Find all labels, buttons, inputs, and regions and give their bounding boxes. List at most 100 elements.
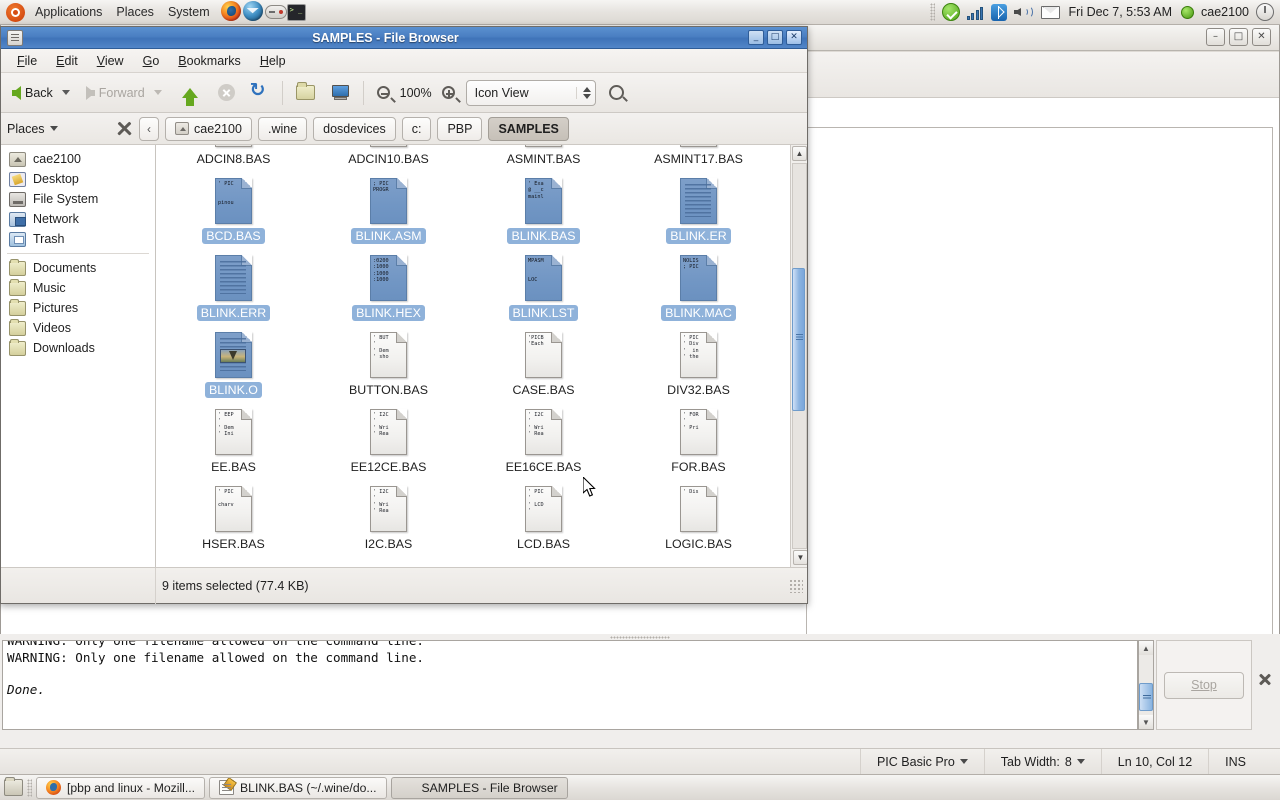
mail-icon[interactable] <box>1040 5 1060 19</box>
file-browser-window[interactable]: SAMPLES - File Browser _ □ ✕ File Edit V… <box>0 26 808 604</box>
file-item[interactable]: ' EEP ' ' Dem ' Ini EE.BAS <box>156 407 311 484</box>
file-item[interactable]: MPASM LOC BLINK.LST <box>466 253 621 330</box>
minimize-button[interactable]: _ <box>748 30 764 45</box>
close-button[interactable]: ✕ <box>786 30 802 45</box>
tab-width-selector[interactable]: Tab Width: 8 <box>983 748 1101 775</box>
bg-close-button[interactable]: ✕ <box>1252 27 1271 46</box>
file-item[interactable]: ' PIC ' Div ' in ' the DIV32.BAS <box>621 330 776 407</box>
file-item[interactable]: NOLIS ; PIC BLINK.MAC <box>621 253 776 330</box>
sidebar-item-videos[interactable]: Videos <box>1 318 155 338</box>
bg-maximize-button[interactable]: □ <box>1229 27 1248 46</box>
menu-bookmarks[interactable]: Bookmarks <box>170 51 249 71</box>
file-item[interactable]: ' Dis LOGIC.BAS <box>621 484 776 561</box>
view-mode-select[interactable]: Icon View <box>465 79 596 106</box>
file-item[interactable]: ADCIN8.BAS <box>156 145 311 176</box>
sidebar-item-network[interactable]: Network <box>1 209 155 229</box>
maximize-button[interactable]: □ <box>767 30 783 45</box>
terminal-icon[interactable] <box>286 1 309 23</box>
breadcrumb-samples[interactable]: SAMPLES <box>488 116 569 141</box>
stop-button[interactable]: Stop <box>1164 671 1244 699</box>
show-desktop-icon[interactable] <box>4 777 23 796</box>
file-item[interactable]: ' PIC pinou BCD.BAS <box>156 176 311 253</box>
file-item[interactable]: ' I2C ' ' Wri ' Rea EE12CE.BAS <box>311 407 466 484</box>
scroll-down-icon[interactable]: ▼ <box>793 550 807 565</box>
background-editor-textarea[interactable] <box>806 127 1273 666</box>
home-button[interactable] <box>291 81 320 104</box>
scroll-down-icon[interactable]: ▼ <box>1139 715 1153 729</box>
taskbar-window-file-browser[interactable]: SAMPLES - File Browser <box>390 776 568 799</box>
up-button[interactable] <box>177 84 203 106</box>
reload-button[interactable] <box>246 79 274 106</box>
file-item[interactable]: ' PIC ' ' LCD ' LCD.BAS <box>466 484 621 561</box>
file-item[interactable]: 'PICB 'Each CASE.BAS <box>466 330 621 407</box>
back-button[interactable]: Back <box>7 82 58 104</box>
file-item[interactable]: ' I2C ' ' Wri ' Rea EE16CE.BAS <box>466 407 621 484</box>
search-button[interactable] <box>604 81 629 104</box>
breadcrumb-wine[interactable]: .wine <box>257 116 308 141</box>
zoom-in-button[interactable] <box>437 82 460 103</box>
sidebar-item-trash[interactable]: Trash <box>1 229 155 249</box>
bg-minimize-button[interactable]: – <box>1206 27 1225 46</box>
scrollbar-thumb[interactable] <box>1139 683 1153 711</box>
gamepad-icon[interactable] <box>264 1 287 23</box>
forward-button[interactable]: Forward <box>81 82 150 104</box>
places-dropdown[interactable]: Places <box>7 120 133 137</box>
ubuntu-logo-icon[interactable] <box>6 2 25 22</box>
breadcrumb-back-button[interactable]: ‹ <box>139 116 159 141</box>
computer-button[interactable] <box>326 81 355 105</box>
breadcrumb-pbp[interactable]: PBP <box>437 116 483 141</box>
menu-system[interactable]: System <box>161 2 217 22</box>
file-item[interactable]: ' FOR ' ' Pri FOR.BAS <box>621 407 776 484</box>
file-view-scrollbar[interactable]: ▲ ▼ <box>790 145 807 567</box>
file-browser-titlebar[interactable]: SAMPLES - File Browser _ □ ✕ <box>1 27 807 49</box>
file-item[interactable]: ' PIC charv HSER.BAS <box>156 484 311 561</box>
file-item[interactable]: ' BUT ' ' Dem ' sho BUTTON.BAS <box>311 330 466 407</box>
file-item[interactable]: ' Exa @ __c mainl BLINK.BAS <box>466 176 621 253</box>
sidebar-item-file-system[interactable]: File System <box>1 189 155 209</box>
user-name-label[interactable]: cae2100 <box>1201 5 1249 19</box>
shell-output-text[interactable]: WARNING: Only one filename allowed on th… <box>2 640 1138 730</box>
file-item[interactable]: BLINK.ER <box>621 176 776 253</box>
bluetooth-icon[interactable] <box>990 3 1007 21</box>
breadcrumb-dosdevices[interactable]: dosdevices <box>313 116 396 141</box>
firefox-icon[interactable] <box>220 1 243 23</box>
volume-icon[interactable] <box>1013 4 1034 20</box>
menu-edit[interactable]: Edit <box>48 51 86 71</box>
menu-places[interactable]: Places <box>109 2 161 22</box>
breadcrumb-cae2100[interactable]: cae2100 <box>165 116 252 141</box>
file-icon-view[interactable]: ADCIN8.BAS ADCIN10.BAS ASMINT.BAS ASMINT17.… <box>156 145 807 567</box>
file-item[interactable]: ASMINT17.BAS <box>621 145 776 176</box>
sidebar-item-cae2100[interactable]: cae2100 <box>1 149 155 169</box>
resize-grip[interactable] <box>789 578 803 593</box>
insert-mode[interactable]: INS <box>1208 748 1280 775</box>
file-item[interactable]: ADCIN10.BAS <box>311 145 466 176</box>
stop-nav-button[interactable] <box>213 80 240 105</box>
close-shell-panel-button[interactable] <box>1258 672 1274 688</box>
menu-help[interactable]: Help <box>252 51 294 71</box>
user-status-icon[interactable] <box>1181 5 1195 19</box>
language-selector[interactable]: PIC Basic Pro <box>859 748 984 775</box>
file-item[interactable]: :0200 :1000 :1000 :1000 BLINK.HEX <box>311 253 466 330</box>
menu-file[interactable]: File <box>9 51 45 71</box>
breadcrumb-c[interactable]: c: <box>401 116 432 141</box>
file-item[interactable]: BLINK.O <box>156 330 311 407</box>
menu-view[interactable]: View <box>89 51 132 71</box>
taskbar-window-firefox[interactable]: [pbp and linux - Mozill... <box>36 776 206 799</box>
sidebar-item-desktop[interactable]: Desktop <box>1 169 155 189</box>
scroll-up-icon[interactable]: ▲ <box>1139 641 1153 655</box>
sidebar-item-downloads[interactable]: Downloads <box>1 338 155 358</box>
menu-go[interactable]: Go <box>135 51 168 71</box>
update-manager-icon[interactable] <box>941 3 960 21</box>
file-item[interactable]: ASMINT.BAS <box>466 145 621 176</box>
power-icon[interactable] <box>1256 3 1274 21</box>
shell-output-scrollbar[interactable]: ▲ ▼ <box>1138 640 1154 730</box>
scrollbar-thumb[interactable] <box>792 268 805 411</box>
menu-applications[interactable]: Applications <box>28 2 109 22</box>
network-signal-icon[interactable] <box>966 5 984 20</box>
file-item[interactable]: ' I2C ' ' Wri ' Rea I2C.BAS <box>311 484 466 561</box>
forward-dropdown[interactable] <box>152 86 167 99</box>
clock[interactable]: Fri Dec 7, 5:53 AM <box>1067 5 1175 19</box>
sidebar-item-pictures[interactable]: Pictures <box>1 298 155 318</box>
zoom-out-button[interactable] <box>372 82 395 103</box>
file-item[interactable]: ; PIC PROGR BLINK.ASM <box>311 176 466 253</box>
